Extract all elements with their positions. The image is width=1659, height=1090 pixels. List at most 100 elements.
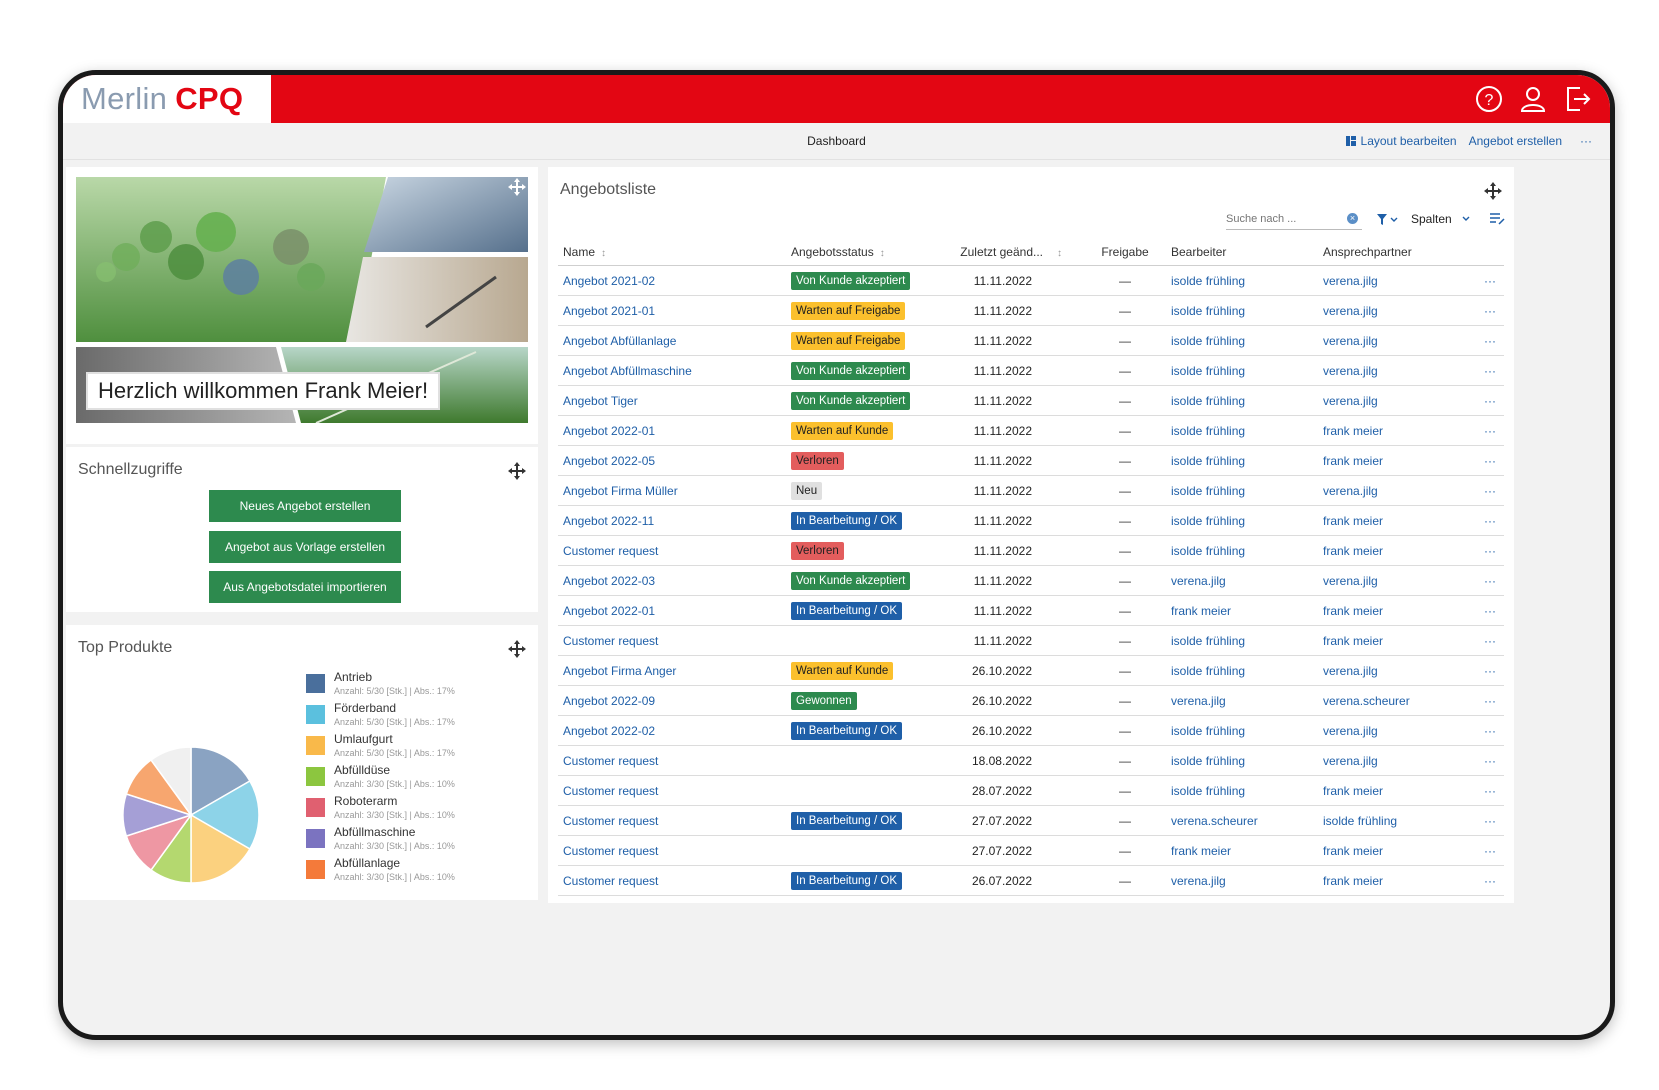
table-row[interactable]: Angebot Abfüllmaschine Von Kunde akzeptie… xyxy=(558,355,1504,386)
new-offer-button[interactable]: Neues Angebot erstellen xyxy=(209,490,401,522)
row-more-button[interactable]: ··· xyxy=(1476,745,1504,776)
offer-name-link[interactable]: Angebot Tiger xyxy=(558,385,786,416)
offer-name-link[interactable]: Customer request xyxy=(558,535,786,566)
offer-name-link[interactable]: Customer request xyxy=(558,805,786,836)
create-offer-button[interactable]: Angebot erstellen xyxy=(1469,134,1562,148)
bearbeiter-link[interactable]: isolde frühling xyxy=(1166,535,1318,566)
table-row[interactable]: Angebot 2021-01 Warten auf Freigabe 11.11.… xyxy=(558,295,1504,326)
ansprechpartner-link[interactable]: frank meier xyxy=(1318,445,1476,476)
search-input[interactable] xyxy=(1226,211,1336,227)
ansprechpartner-link[interactable]: frank meier xyxy=(1318,625,1476,656)
offer-name-link[interactable]: Angebot Abfüllmaschine xyxy=(558,355,786,386)
bearbeiter-link[interactable]: isolde frühling xyxy=(1166,715,1318,746)
ansprechpartner-link[interactable]: frank meier xyxy=(1318,415,1476,446)
offer-name-link[interactable]: Customer request xyxy=(558,865,786,896)
ansprechpartner-link[interactable]: frank meier xyxy=(1318,595,1476,626)
logout-icon[interactable] xyxy=(1562,84,1592,114)
offer-name-link[interactable]: Customer request xyxy=(558,835,786,866)
bearbeiter-link[interactable]: frank meier xyxy=(1166,835,1318,866)
import-offer-file-button[interactable]: Aus Angebotsdatei importieren xyxy=(209,571,401,603)
move-icon[interactable] xyxy=(507,639,527,659)
table-row[interactable]: Customer request Verloren 11.11.2022— isold… xyxy=(558,535,1504,566)
bearbeiter-link[interactable]: isolde frühling xyxy=(1166,295,1318,326)
column-header-bearbeiter[interactable]: Bearbeiter xyxy=(1166,239,1318,266)
ansprechpartner-link[interactable]: frank meier xyxy=(1318,865,1476,896)
table-row[interactable]: Angebot Firma Anger Warten auf Kunde 26.10… xyxy=(558,655,1504,686)
table-row[interactable]: Customer request 28.07.2022— isolde frühli… xyxy=(558,775,1504,806)
app-logo[interactable]: Merlin CPQ xyxy=(63,75,271,123)
row-more-button[interactable]: ··· xyxy=(1476,655,1504,686)
offer-name-link[interactable]: Angebot 2022-01 xyxy=(558,415,786,446)
row-more-button[interactable]: ··· xyxy=(1476,805,1504,836)
layout-edit-button[interactable]: Layout bearbeiten xyxy=(1345,134,1457,148)
table-row[interactable]: Customer request 18.08.2022— isolde frühli… xyxy=(558,745,1504,776)
row-more-button[interactable]: ··· xyxy=(1476,265,1504,296)
ansprechpartner-link[interactable]: verena.jilg xyxy=(1318,325,1476,356)
row-more-button[interactable]: ··· xyxy=(1476,835,1504,866)
offer-name-link[interactable]: Angebot 2022-03 xyxy=(558,565,786,596)
row-more-button[interactable]: ··· xyxy=(1476,445,1504,476)
row-more-button[interactable]: ··· xyxy=(1476,475,1504,506)
ansprechpartner-link[interactable]: verena.jilg xyxy=(1318,715,1476,746)
bearbeiter-link[interactable]: isolde frühling xyxy=(1166,505,1318,536)
offer-name-link[interactable]: Angebot 2021-01 xyxy=(558,295,786,326)
columns-dropdown[interactable]: Spalten xyxy=(1411,212,1471,226)
column-header-freigabe[interactable]: Freigabe xyxy=(1084,239,1166,266)
ansprechpartner-link[interactable]: verena.jilg xyxy=(1318,385,1476,416)
filter-icon[interactable] xyxy=(1376,213,1400,227)
bearbeiter-link[interactable]: isolde frühling xyxy=(1166,655,1318,686)
clear-search-icon[interactable]: × xyxy=(1347,213,1358,224)
row-more-button[interactable]: ··· xyxy=(1476,415,1504,446)
row-more-button[interactable]: ··· xyxy=(1476,295,1504,326)
table-row[interactable]: Angebot 2022-11 In Bearbeitung / OK 11.11.… xyxy=(558,505,1504,536)
bearbeiter-link[interactable]: verena.jilg xyxy=(1166,565,1318,596)
table-row[interactable]: Customer request In Bearbeitung / OK 26.07… xyxy=(558,865,1504,896)
row-more-button[interactable]: ··· xyxy=(1476,595,1504,626)
offer-name-link[interactable]: Angebot 2022-02 xyxy=(558,715,786,746)
offer-from-template-button[interactable]: Angebot aus Vorlage erstellen xyxy=(209,531,401,563)
offer-name-link[interactable]: Angebot 2021-02 xyxy=(558,265,786,296)
row-more-button[interactable]: ··· xyxy=(1476,715,1504,746)
bearbeiter-link[interactable]: isolde frühling xyxy=(1166,265,1318,296)
ansprechpartner-link[interactable]: verena.jilg xyxy=(1318,355,1476,386)
ansprechpartner-link[interactable]: frank meier xyxy=(1318,775,1476,806)
ansprechpartner-link[interactable]: verena.jilg xyxy=(1318,655,1476,686)
ansprechpartner-link[interactable]: verena.jilg xyxy=(1318,475,1476,506)
ansprechpartner-link[interactable]: isolde frühling xyxy=(1318,805,1476,836)
table-row[interactable]: Angebot 2022-09 Gewonnen 26.10.2022— verena… xyxy=(558,685,1504,716)
row-more-button[interactable]: ··· xyxy=(1476,385,1504,416)
column-header-ansprechpartner[interactable]: Ansprechpartner xyxy=(1318,239,1476,266)
bearbeiter-link[interactable]: verena.jilg xyxy=(1166,865,1318,896)
bearbeiter-link[interactable]: isolde frühling xyxy=(1166,775,1318,806)
column-header-status[interactable]: Angebotsstatus ↕ xyxy=(786,239,938,266)
bearbeiter-link[interactable]: verena.scheurer xyxy=(1166,805,1318,836)
ansprechpartner-link[interactable]: frank meier xyxy=(1318,535,1476,566)
row-more-button[interactable]: ··· xyxy=(1476,505,1504,536)
ansprechpartner-link[interactable]: verena.jilg xyxy=(1318,295,1476,326)
help-circle-icon[interactable]: ? xyxy=(1474,84,1504,114)
ansprechpartner-link[interactable]: verena.jilg xyxy=(1318,565,1476,596)
offer-name-link[interactable]: Angebot Firma Müller xyxy=(558,475,786,506)
ansprechpartner-link[interactable]: verena.jilg xyxy=(1318,745,1476,776)
bearbeiter-link[interactable]: isolde frühling xyxy=(1166,625,1318,656)
offer-name-link[interactable]: Customer request xyxy=(558,745,786,776)
bearbeiter-link[interactable]: frank meier xyxy=(1166,595,1318,626)
table-row[interactable]: Angebot 2022-02 In Bearbeitung / OK 26.10.… xyxy=(558,715,1504,746)
table-row[interactable]: Customer request 27.07.2022— frank meier fr… xyxy=(558,835,1504,866)
more-menu-button[interactable]: ··· xyxy=(1580,134,1592,148)
row-more-button[interactable]: ··· xyxy=(1476,535,1504,566)
table-row[interactable]: Angebot 2022-01 Warten auf Kunde 11.11.202… xyxy=(558,415,1504,446)
bearbeiter-link[interactable]: isolde frühling xyxy=(1166,745,1318,776)
bearbeiter-link[interactable]: isolde frühling xyxy=(1166,355,1318,386)
table-row[interactable]: Angebot 2022-03 Von Kunde akzeptiert 11.11… xyxy=(558,565,1504,596)
bearbeiter-link[interactable]: isolde frühling xyxy=(1166,445,1318,476)
move-icon[interactable] xyxy=(1483,181,1503,201)
column-edit-icon[interactable] xyxy=(1489,212,1505,226)
bearbeiter-link[interactable]: isolde frühling xyxy=(1166,415,1318,446)
move-icon[interactable] xyxy=(507,461,527,481)
table-row[interactable]: Angebot 2021-02 Von Kunde akzeptiert 11.11… xyxy=(558,265,1504,296)
bearbeiter-link[interactable]: verena.jilg xyxy=(1166,685,1318,716)
row-more-button[interactable]: ··· xyxy=(1476,625,1504,656)
row-more-button[interactable]: ··· xyxy=(1476,685,1504,716)
offer-name-link[interactable]: Angebot Abfüllanlage xyxy=(558,325,786,356)
